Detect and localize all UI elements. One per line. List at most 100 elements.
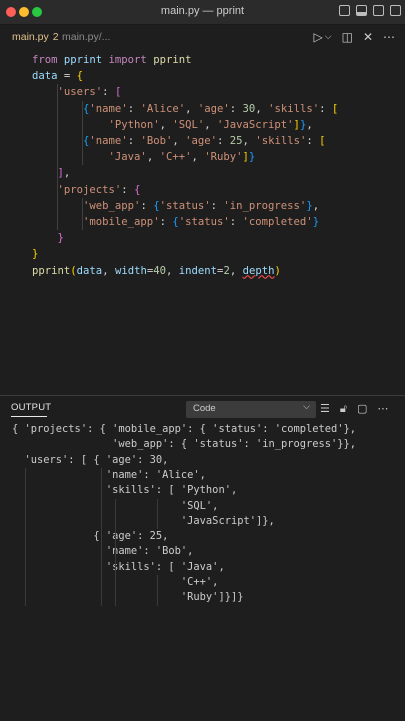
code-token: 'skills' [255,135,307,147]
code-line: 'Java', 'C++', 'Ruby']} [32,149,256,165]
output-line: 'web_app': { 'status': 'in_progress'}}, [12,438,357,451]
layout-controls [339,5,401,16]
tab-output[interactable]: OUTPUT [11,402,51,413]
output-line: { 'projects': { 'mobile_app': { 'status'… [12,423,357,435]
code-token: , [191,151,205,164]
code-editor[interactable]: from pprint import pprint data = { 'users… [0,50,405,395]
editor-actions: ▷ ⌵ ◫ ✕ ⋯ [314,30,395,44]
split-editor-icon[interactable]: ◫ [342,30,353,44]
code-token: data [32,70,58,83]
code-token: pprint [63,54,109,66]
run-dropdown-icon[interactable]: ⌵ [325,32,332,44]
code-token: { [76,70,84,83]
code-token: 40 [153,264,166,277]
output-indent-guide [101,467,102,606]
toggle-panel-icon[interactable] [356,5,367,16]
more-actions-icon[interactable]: ⋯ [383,30,395,44]
output-line: { 'age': 25, [12,530,169,543]
code-token: 'in_progress' [223,199,307,212]
active-tab-indicator [11,416,47,417]
output-line: 'name': 'Bob', [12,545,194,558]
close-editor-icon[interactable]: ✕ [363,30,373,44]
title-bar: main.py — pprint [0,0,405,25]
code-token: 'users' [57,86,103,99]
breadcrumb[interactable]: main.py/... [62,31,110,43]
code-token: , [312,199,320,212]
editor-tab-bar: main.py 2 main.py/... ▷ ⌵ ◫ ✕ ⋯ [0,25,405,49]
indent-guide [82,100,83,166]
lock-scroll-icon[interactable]: 🔓︎ [340,402,347,416]
code-line: 'mobile_app': {'status': 'completed'} [32,214,319,230]
problems-count-badge: 2 [52,31,59,43]
code-line: {'name': 'Alice', 'age': 30, 'skills': [ [32,101,338,117]
code-token: : [140,199,154,212]
output-indent-guide [115,498,116,606]
toggle-secondary-sidebar-icon[interactable] [373,5,384,16]
code-token: from [32,54,64,66]
indent-guide [57,84,58,231]
code-token: , [159,118,173,131]
output-panel: OUTPUT Code ⌵ ☰ 🔓︎ ▢ ⋯ { 'projects': { '… [0,395,405,721]
tab-filename: main.py [12,31,49,43]
code-token: : [319,102,332,115]
code-token: , [63,167,71,180]
code-token: 'name' [89,135,128,147]
code-token: 'age' [185,135,218,147]
chevron-down-icon: ⌵ [303,402,310,412]
code-token: } [57,232,64,245]
code-token: 25 [229,135,243,147]
toggle-sidebar-icon[interactable] [339,5,350,16]
code-token: , [229,264,243,277]
code-token: 'Alice' [140,102,186,115]
code-token: depth [242,264,275,277]
code-token: : [210,199,224,212]
open-output-editor-icon[interactable]: ▢ [357,402,367,416]
code-token: 'name' [89,102,128,115]
code-line: } [32,246,38,262]
code-token: import [108,54,154,66]
more-panel-actions-icon[interactable]: ⋯ [377,402,388,416]
code-token: 'completed' [242,216,313,228]
code-token: 'projects' [57,183,122,196]
code-token: 'age' [197,102,230,115]
code-token: 'Ruby' [204,151,243,164]
tab-main-py[interactable]: main.py 2 [12,31,59,43]
code-line: from pprint import pprint [32,52,191,68]
code-token: pprint [32,264,71,277]
code-token: , [242,135,256,147]
code-token: [ [114,86,122,99]
filter-lines-icon[interactable]: ☰ [320,402,330,416]
run-python-icon[interactable]: ▷ [314,30,323,44]
output-channel-value: Code [193,403,216,414]
code-token: } [312,216,320,228]
code-token: { [134,183,141,196]
code-token: = [57,70,77,83]
customize-layout-icon[interactable] [390,5,401,16]
code-token: 'status' [159,199,211,212]
code-token: , [255,102,269,115]
code-token: , [204,118,217,131]
code-token: 'JavaScript' [217,118,294,131]
code-line: 'Python', 'SQL', 'JavaScript']}, [32,117,313,133]
output-channel-select[interactable]: Code ⌵ [186,401,316,418]
code-token: } [32,248,39,261]
output-indent-guide [157,575,158,606]
panel-header: OUTPUT Code ⌵ ☰ 🔓︎ ▢ ⋯ [0,396,405,422]
code-token: , [166,264,179,277]
code-token: , [172,135,186,147]
output-line: 'skills': [ 'Python', [12,484,238,497]
output-line: 'name': 'Alice', [12,468,206,481]
code-token: : [306,135,320,147]
code-line: ], [32,165,71,181]
code-line: 'web_app': {'status': 'in_progress'}, [32,198,319,214]
code-token: pprint [153,54,192,66]
output-line: 'skills': [ 'Java', [12,560,225,573]
code-token: : [217,135,230,147]
code-token: : [229,216,243,228]
output-line: 'Ruby']}]} [12,591,244,604]
code-line: 'projects': { [32,182,141,198]
